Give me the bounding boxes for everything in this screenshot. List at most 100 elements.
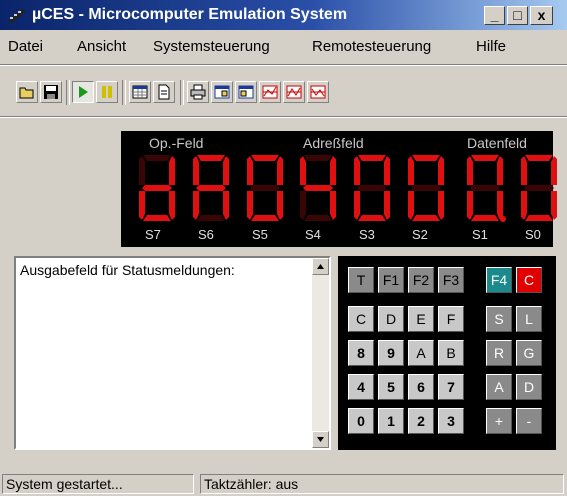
key-f[interactable]: F xyxy=(438,306,464,332)
save-button[interactable] xyxy=(40,81,62,103)
menu-systemsteuerung[interactable]: Systemsteuerung xyxy=(153,38,270,55)
seven-segment-digit xyxy=(521,155,557,221)
decimal-point xyxy=(500,216,506,222)
key-f2[interactable]: F2 xyxy=(408,267,434,293)
menu-remotesteuerung[interactable]: Remotesteuerung xyxy=(312,38,431,55)
segment xyxy=(169,156,175,185)
document-button[interactable] xyxy=(153,81,175,103)
toolbar-separator xyxy=(66,80,70,105)
segment xyxy=(358,155,386,161)
key-2[interactable]: 2 xyxy=(408,408,434,434)
segment xyxy=(251,215,279,221)
address-field-label: Adreßfeld xyxy=(303,135,364,151)
slot-label: S7 xyxy=(145,227,161,242)
segment xyxy=(471,215,499,221)
register-button[interactable] xyxy=(129,81,151,103)
key-6[interactable]: 6 xyxy=(408,374,434,400)
arrow-up-icon xyxy=(317,264,324,269)
key-4[interactable]: 4 xyxy=(348,374,374,400)
segment xyxy=(251,155,279,161)
key-f3[interactable]: F3 xyxy=(438,267,464,293)
key-f1[interactable]: F1 xyxy=(378,267,404,293)
segment xyxy=(497,191,503,220)
key-a[interactable]: A xyxy=(486,374,512,400)
key-3[interactable]: 3 xyxy=(438,408,464,434)
key-5[interactable]: 5 xyxy=(378,374,404,400)
key-1[interactable]: 1 xyxy=(378,408,404,434)
output-field[interactable]: Ausgabefeld für Statusmeldungen: xyxy=(14,256,331,450)
graph-icon xyxy=(286,85,302,99)
config-button-2[interactable] xyxy=(235,81,257,103)
segment xyxy=(277,191,283,220)
key-g[interactable]: G xyxy=(516,340,542,366)
key-8[interactable]: 8 xyxy=(348,340,374,366)
graph-button-2[interactable] xyxy=(283,81,305,103)
key-minus[interactable]: - xyxy=(516,408,542,434)
segment xyxy=(247,156,253,185)
segment xyxy=(169,191,175,220)
graph-button-1[interactable] xyxy=(259,81,281,103)
segment xyxy=(384,156,390,185)
segment xyxy=(497,156,503,185)
key-e[interactable]: E xyxy=(408,306,434,332)
document-icon xyxy=(158,84,170,100)
segment xyxy=(411,185,441,191)
print-button[interactable] xyxy=(187,81,209,103)
segment xyxy=(412,215,440,221)
vertical-scrollbar[interactable] xyxy=(312,258,329,448)
menu-ansicht[interactable]: Ansicht xyxy=(77,38,126,55)
key-a[interactable]: A xyxy=(408,340,434,366)
scroll-up-button[interactable] xyxy=(312,258,329,275)
segment xyxy=(304,155,332,161)
config-button-1[interactable] xyxy=(211,81,233,103)
segment xyxy=(277,156,283,185)
status-message: System gestartet... xyxy=(2,474,194,494)
maximize-button[interactable]: □ xyxy=(507,6,528,25)
segment xyxy=(139,191,145,220)
menu-datei[interactable]: Datei xyxy=(8,38,43,55)
menu-divider xyxy=(0,64,567,66)
config-icon xyxy=(214,85,230,99)
key-9[interactable]: 9 xyxy=(378,340,404,366)
slot-label: S5 xyxy=(252,227,268,242)
segment xyxy=(524,185,554,191)
key-d[interactable]: D xyxy=(378,306,404,332)
slot-label: S4 xyxy=(305,227,321,242)
key-l[interactable]: L xyxy=(516,306,542,332)
keypad: T F1 F2 F3 F4 C C D E F S L 8 9 A B R G 4 5 6 7 A D 0 1 2 3 + - xyxy=(338,256,556,450)
key-s[interactable]: S xyxy=(486,306,512,332)
segment xyxy=(196,185,226,191)
close-button[interactable]: x xyxy=(530,6,553,25)
segment xyxy=(139,156,145,185)
graph-button-3[interactable] xyxy=(307,81,329,103)
menu-hilfe[interactable]: Hilfe xyxy=(476,38,506,55)
key-b[interactable]: B xyxy=(438,340,464,366)
segment xyxy=(143,215,171,221)
key-d[interactable]: D xyxy=(516,374,542,400)
key-7[interactable]: 7 xyxy=(438,374,464,400)
key-r[interactable]: R xyxy=(486,340,512,366)
open-button[interactable] xyxy=(16,81,38,103)
minimize-button[interactable]: _ xyxy=(484,6,505,25)
key-t[interactable]: T xyxy=(348,267,374,293)
arrow-down-icon xyxy=(317,437,324,442)
key-c[interactable]: C xyxy=(348,306,374,332)
segment xyxy=(357,185,387,191)
segment xyxy=(467,191,473,220)
segment xyxy=(250,185,280,191)
segment xyxy=(412,155,440,161)
run-button[interactable] xyxy=(72,81,94,103)
segment xyxy=(525,215,553,221)
segment xyxy=(300,191,306,220)
pause-button[interactable] xyxy=(96,81,118,103)
key-f4[interactable]: F4 xyxy=(486,267,512,293)
segment xyxy=(551,156,557,185)
segment xyxy=(525,155,553,161)
key-0[interactable]: 0 xyxy=(348,408,374,434)
title-bar[interactable]: µCES - Microcomputer Emulation System _ … xyxy=(0,0,567,30)
key-c[interactable]: C xyxy=(516,267,542,293)
segment xyxy=(408,191,414,220)
scroll-down-button[interactable] xyxy=(312,431,329,448)
segment xyxy=(467,156,473,185)
key-plus[interactable]: + xyxy=(486,408,512,434)
